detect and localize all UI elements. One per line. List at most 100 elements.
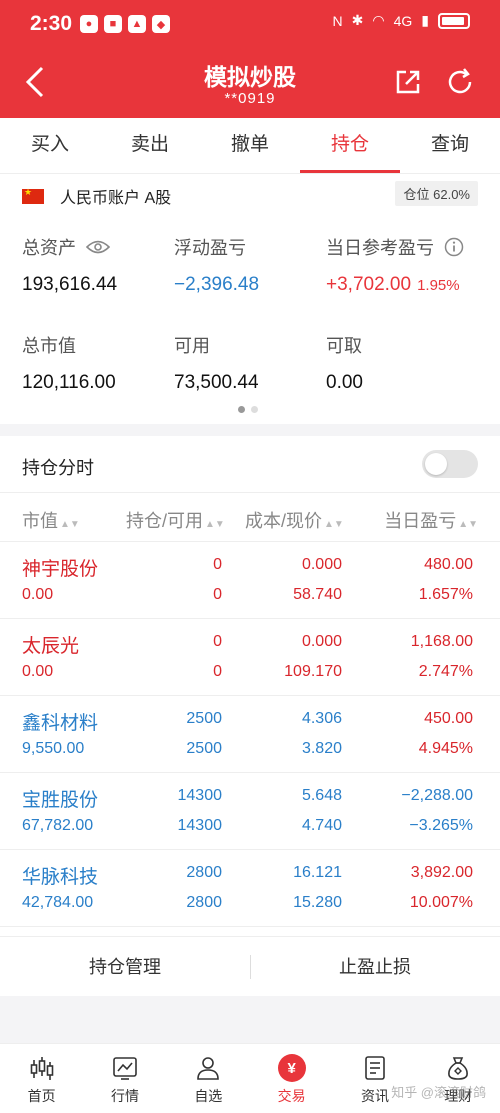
- daily-pl-pct: 1.95%: [417, 277, 460, 294]
- holding-qty: 0: [213, 556, 222, 573]
- bottom-nav: 首页 行情 自选 ¥ 交易 资讯 理财: [0, 1043, 500, 1113]
- col-cost-price[interactable]: 成本/现价 ▲▼: [245, 507, 344, 533]
- holding-qty: 2800: [186, 864, 222, 881]
- divider: [250, 955, 251, 979]
- market-value: 42,784.00: [22, 894, 94, 911]
- info-icon[interactable]: [444, 237, 464, 257]
- holdings-header: 市值 ▲▼ 持仓/可用 ▲▼ 成本/现价 ▲▼ 当日盈亏 ▲▼: [0, 492, 500, 542]
- page-dot: [238, 406, 245, 413]
- sort-icon: ▲▼: [458, 519, 478, 530]
- message-icon: ◆: [152, 15, 170, 33]
- stat-daily-pl: 当日参考盈亏 +3,702.00 1.95%: [326, 234, 464, 296]
- daily-pl-pct: 4.945%: [418, 740, 473, 757]
- holding-row[interactable]: 神宇股份 0.00 0 0 0.000 58.740 480.00 1.657%: [0, 542, 500, 619]
- watermark: 知乎 @滚滚财鸽: [391, 1085, 486, 1100]
- col-market-value[interactable]: 市值 ▲▼: [22, 507, 80, 533]
- app-header: 2:30 ● ■ ▲ ◆ N ✱ ◠ 4G ▮ 模拟炒股 **0919: [0, 0, 500, 118]
- nav-wealth[interactable]: 理财: [417, 1044, 500, 1113]
- nav-home[interactable]: 首页: [0, 1044, 83, 1113]
- nav-watchlist[interactable]: 自选: [167, 1044, 250, 1113]
- market-value: 0.00: [22, 586, 54, 603]
- position-label: 仓位: [403, 187, 430, 202]
- sort-icon: ▲▼: [324, 519, 344, 530]
- holding-timeshare-label: 持仓分时: [22, 458, 94, 478]
- trade-tabs: 买入 卖出 撤单 持仓 查询: [0, 118, 500, 174]
- tab-sell[interactable]: 卖出: [100, 118, 200, 173]
- yuan-icon: ¥: [277, 1054, 306, 1082]
- floating-pl-value: −2,396.48: [174, 274, 260, 295]
- status-bar: 2:30 ● ■ ▲ ◆ N ✱ ◠ 4G ▮: [0, 0, 500, 50]
- cost-price: 0.000: [301, 556, 342, 573]
- available-label: 可用: [174, 336, 210, 356]
- market-value: 9,550.00: [22, 740, 85, 757]
- current-price: 4.740: [301, 817, 342, 834]
- holding-manage-button[interactable]: 持仓管理: [0, 937, 250, 996]
- market-value-value: 120,116.00: [22, 372, 116, 393]
- nav-market[interactable]: 行情: [83, 1044, 166, 1113]
- sort-icon: ▲▼: [205, 519, 225, 530]
- cost-price: 4.306: [301, 710, 342, 727]
- holding-row[interactable]: 太辰光 0.00 0 0 0.000 109.170 1,168.00 2.747%: [0, 619, 500, 696]
- nav-label: 自选: [194, 1088, 223, 1104]
- daily-pl-pct: 2.747%: [418, 663, 473, 680]
- col-qty[interactable]: 持仓/可用 ▲▼: [126, 507, 225, 533]
- market-value: 67,782.00: [22, 817, 94, 834]
- stat-available: 可用 73,500.44: [174, 332, 259, 394]
- holding-row[interactable]: 华脉科技 42,784.00 2800 2800 16.121 15.280 3,892.0…: [0, 850, 500, 927]
- wechat-icon: ●: [80, 15, 98, 33]
- available-qty: 0: [213, 586, 222, 603]
- status-right: N ✱ ◠ 4G ▮: [333, 12, 470, 29]
- col-daily-pl[interactable]: 当日盈亏 ▲▼: [384, 507, 478, 533]
- market-value: 0.00: [22, 663, 54, 680]
- tab-cancel[interactable]: 撤单: [200, 118, 300, 173]
- account-row[interactable]: 人民币账户 A股: [22, 184, 171, 208]
- candlestick-icon: [30, 1057, 53, 1080]
- status-time: 2:30: [30, 12, 73, 35]
- nav-label: 资讯: [360, 1088, 389, 1104]
- tab-buy[interactable]: 买入: [0, 118, 100, 173]
- account-label: 人民币账户 A股: [60, 190, 172, 207]
- stock-name: 华脉科技: [22, 867, 99, 888]
- nav-label: 首页: [27, 1088, 56, 1104]
- nav-label: 交易: [277, 1088, 306, 1104]
- stock-name: 鑫科材料: [22, 713, 99, 734]
- app-icon: ■: [104, 15, 122, 33]
- nav-label: 行情: [110, 1088, 139, 1104]
- moneybag-icon: [448, 1057, 469, 1080]
- holding-qty: 2500: [186, 710, 222, 727]
- china-flag-icon: [22, 187, 44, 204]
- current-price: 3.820: [301, 740, 342, 757]
- cost-price: 0.000: [301, 633, 342, 650]
- available-value: 73,500.44: [174, 372, 259, 393]
- available-qty: 2800: [186, 894, 222, 911]
- floating-pl-label: 浮动盈亏: [174, 238, 246, 258]
- stat-market-value: 总市值 120,116.00: [22, 332, 116, 394]
- holding-timeshare-toggle[interactable]: [422, 450, 478, 478]
- daily-pl-label: 当日参考盈亏: [326, 238, 434, 258]
- eye-icon[interactable]: [86, 239, 110, 255]
- market-value-label: 总市值: [22, 336, 76, 356]
- total-assets-value: 193,616.44: [22, 274, 118, 295]
- chart-icon: [113, 1057, 137, 1080]
- available-qty: 2500: [186, 740, 222, 757]
- tab-query[interactable]: 查询: [400, 118, 500, 173]
- tab-holdings[interactable]: 持仓: [300, 118, 400, 173]
- cost-price: 16.121: [293, 864, 342, 881]
- holdings-section: 持仓分时 市值 ▲▼ 持仓/可用 ▲▼ 成本/现价 ▲▼ 当日盈亏 ▲▼ 神宇股份 0.0…: [0, 436, 500, 936]
- nav-trade[interactable]: ¥ 交易: [250, 1044, 333, 1113]
- page-title: 模拟炒股: [204, 64, 296, 90]
- holding-row[interactable]: 鑫科材料 9,550.00 2500 2500 4.306 3.820 450.00 4.94…: [0, 696, 500, 773]
- available-qty: 0: [213, 663, 222, 680]
- current-price: 15.280: [293, 894, 342, 911]
- position-badge: 仓位 62.0%: [395, 181, 478, 206]
- document-icon: [365, 1056, 385, 1080]
- stock-name: 神宇股份: [22, 559, 99, 580]
- wifi-icon: ◠: [372, 12, 385, 28]
- holding-row[interactable]: 宝胜股份 67,782.00 14300 14300 5.648 4.740 −2,288.…: [0, 773, 500, 850]
- nav-news[interactable]: 资讯: [333, 1044, 416, 1113]
- stat-total-assets: 总资产 193,616.44: [22, 234, 117, 296]
- share-icon[interactable]: [392, 66, 424, 98]
- nfc-icon: N: [332, 12, 343, 29]
- refresh-icon[interactable]: [444, 66, 476, 98]
- stop-profit-loss-button[interactable]: 止盈止损: [250, 937, 500, 996]
